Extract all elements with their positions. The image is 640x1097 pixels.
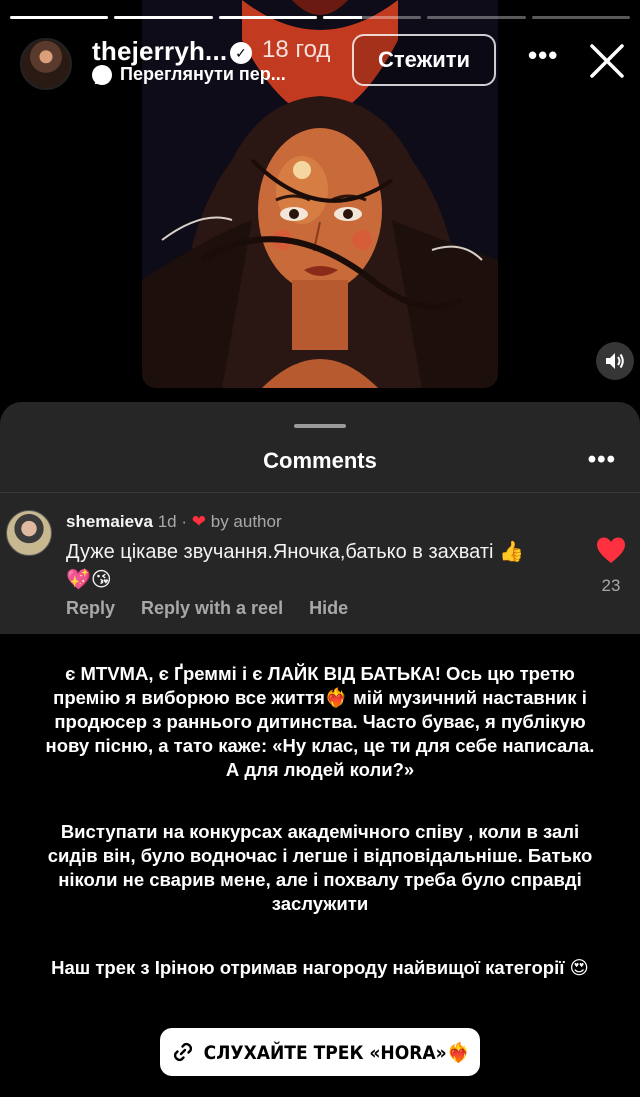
commenter-username[interactable]: shemaieva (66, 512, 153, 531)
link-sticker[interactable]: СЛУХАЙТЕ ТРЕК «HORA»❤️‍🔥 (160, 1028, 480, 1076)
by-author-label: by author (210, 512, 282, 531)
comment-actions: Reply Reply with a reel Hide (66, 598, 348, 619)
sheet-drag-handle[interactable] (294, 424, 346, 428)
verified-badge-icon: ✓ (230, 42, 252, 64)
caption-paragraph: є MTVMA, є Ґреммі і є ЛАЙК ВІД БАТЬКА! О… (45, 663, 595, 780)
reply-button[interactable]: Reply (66, 598, 115, 619)
post-time: 18 год (262, 36, 331, 63)
comment-meta: shemaieva 1d · ❤ by author (66, 512, 282, 532)
comments-more-icon[interactable]: ••• (588, 446, 616, 474)
caption-paragraph: Виступати на конкурсах академічного спів… (47, 821, 593, 914)
heart-icon[interactable] (596, 536, 626, 564)
caption-paragraph: Наш трек з Іріною отримав нагороду найви… (51, 957, 589, 978)
progress-segment (427, 16, 526, 19)
speaker-icon (606, 353, 624, 369)
link-icon (173, 1042, 192, 1062)
meta-separator: · (181, 512, 188, 531)
link-sticker-label: СЛУХАЙТЕ ТРЕК «HORA»❤️‍🔥 (203, 1041, 471, 1064)
reply-with-reel-button[interactable]: Reply with a reel (141, 598, 283, 619)
progress-segment (114, 16, 213, 19)
sound-toggle-button[interactable] (596, 342, 634, 380)
hide-button[interactable]: Hide (309, 598, 348, 619)
story-header: thejerryh... ✓ 18 год Переглянути пер...… (0, 30, 640, 94)
view-more-link[interactable]: Переглянути пер... (92, 64, 312, 85)
story-progress (10, 16, 630, 20)
profile-avatar[interactable] (20, 38, 72, 90)
author-heart-icon: ❤ (191, 512, 206, 531)
speech-bubble-icon (92, 64, 112, 85)
more-options-icon[interactable]: ••• (528, 40, 558, 71)
progress-segment (531, 16, 630, 19)
progress-segment (322, 16, 422, 19)
commenter-avatar[interactable] (6, 510, 52, 556)
comment-age: 1d (157, 512, 177, 531)
follow-button[interactable]: Стежити (352, 34, 496, 86)
like-count: 23 (601, 576, 621, 595)
comments-sheet: Comments ••• shemaieva 1d · ❤ by author … (0, 402, 640, 634)
comment-text: Дуже цікаве звучання.Яночка,батько в зах… (66, 541, 524, 591)
close-icon[interactable] (588, 42, 626, 80)
divider (0, 492, 640, 493)
progress-segment (218, 16, 317, 19)
comments-title: Comments (263, 448, 377, 473)
username[interactable]: thejerryh... (92, 36, 227, 67)
progress-segment (10, 16, 109, 19)
subtitle-text: Переглянути пер... (120, 64, 286, 84)
